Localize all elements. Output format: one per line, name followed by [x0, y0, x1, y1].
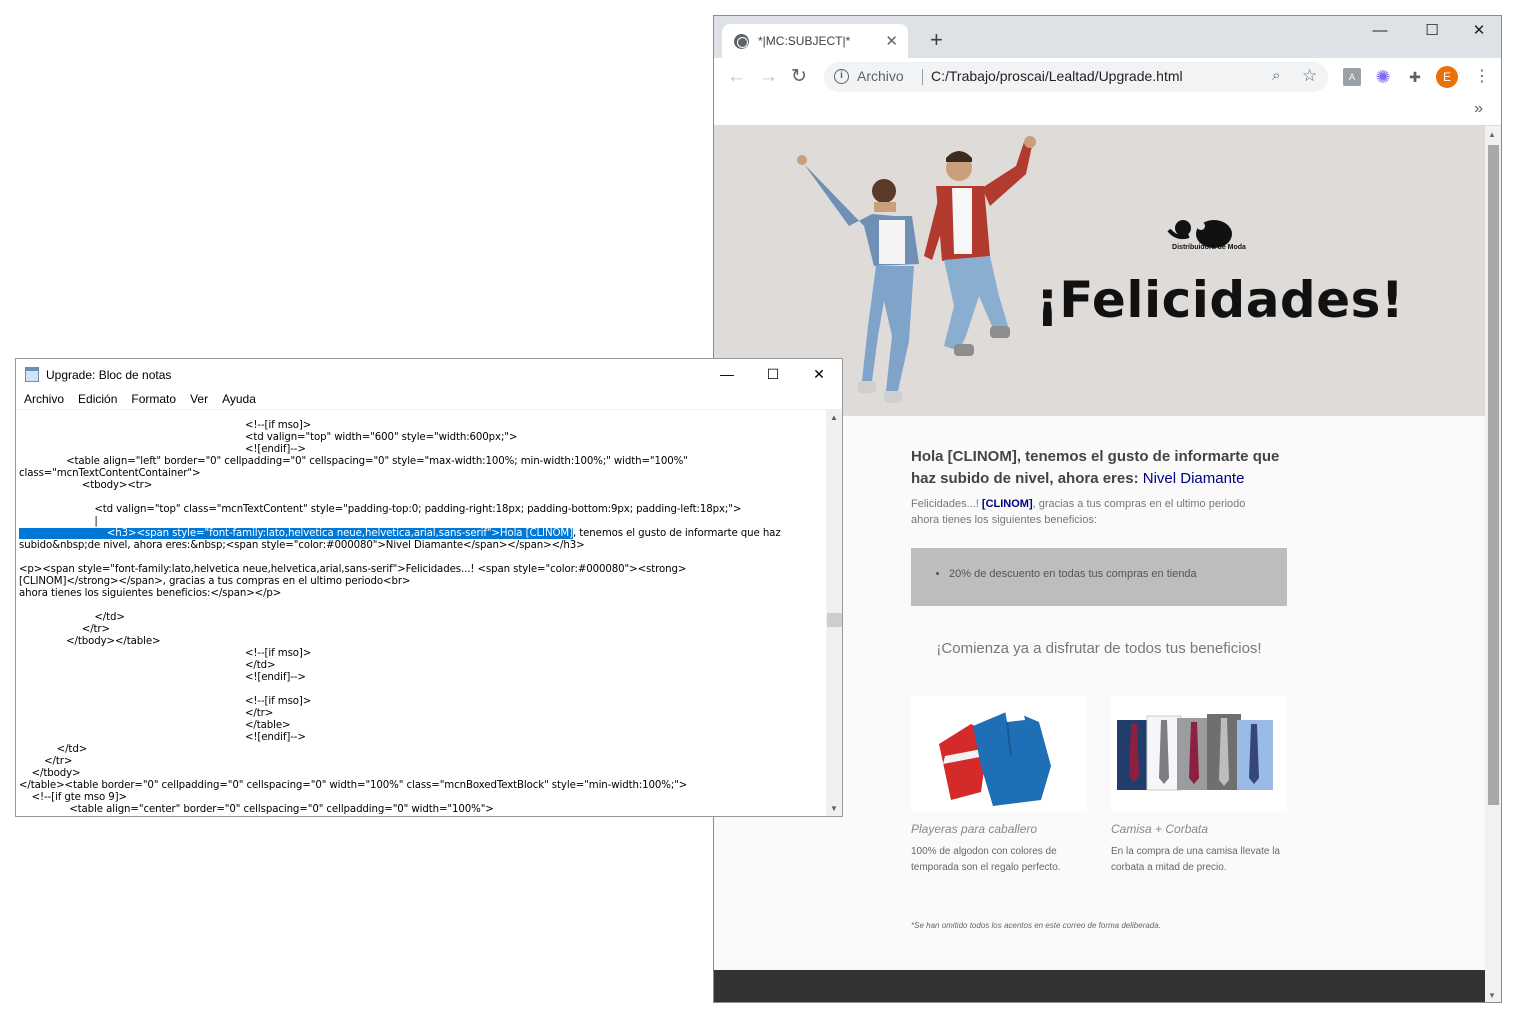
tab-title: *|MC:SUBJECT|*: [758, 34, 851, 48]
notepad-window: Upgrade: Bloc de notas — ☐ ✕ Archivo Edi…: [15, 358, 843, 817]
browser-toolbar: ← → ↻ i Archivo C:/Trabajo/proscai/Lealt…: [714, 58, 1501, 96]
editor-scrollbar[interactable]: ▲ ▼: [826, 409, 842, 816]
notepad-menubar: Archivo Edición Formato Ver Ayuda: [16, 389, 842, 409]
benefits-box: 20% de descuento en todas tus compras en…: [911, 548, 1287, 606]
code-selected-line: <h3><span style="font-family:lato,helvet…: [19, 528, 826, 540]
maximize-button[interactable]: ☐: [1409, 16, 1455, 48]
shirts-ties-image: [1111, 696, 1287, 812]
product-desc: En la compra de una camisa llevate la co…: [1111, 846, 1280, 873]
star-icon[interactable]: ☆: [1302, 66, 1317, 86]
greeting-p-post: , gracias a tus compras en el ultimo per…: [1032, 498, 1246, 510]
url-text[interactable]: C:/Trabajo/proscai/Lealtad/Upgrade.html: [931, 68, 1183, 84]
scroll-up-icon[interactable]: ▲: [830, 413, 838, 422]
maximize-button[interactable]: ☐: [750, 361, 796, 387]
pdf-icon[interactable]: A: [1343, 68, 1361, 86]
product-card-polos[interactable]: Playeras para caballero 100% de algodon …: [911, 696, 1087, 876]
page-scrollbar[interactable]: ▲ ▼: [1485, 126, 1501, 1002]
editor-scroll-thumb[interactable]: [827, 613, 842, 627]
avatar[interactable]: E: [1436, 66, 1458, 88]
product-title: Camisa + Corbata: [1111, 822, 1209, 836]
bookmark-bar: »: [714, 96, 1501, 126]
page-scroll-thumb[interactable]: [1488, 145, 1499, 805]
menu-archivo[interactable]: Archivo: [24, 389, 64, 409]
product-title: Playeras para caballero: [911, 822, 1038, 836]
polo-shirts-image: [911, 696, 1087, 812]
minimize-button[interactable]: —: [704, 361, 750, 387]
notepad-title: Upgrade: Bloc de notas: [46, 368, 172, 382]
new-tab-button[interactable]: +: [930, 28, 943, 52]
zoom-icon[interactable]: ⌕: [1272, 67, 1280, 84]
minimize-button[interactable]: —: [1357, 16, 1403, 48]
greeting-heading: Hola [CLINOM], tenemos el gusto de infor…: [911, 446, 1291, 490]
notepad-icon: [25, 367, 39, 382]
extension-star-icon[interactable]: ✺: [1374, 68, 1392, 86]
tab-active[interactable]: *|MC:SUBJECT|* ✕: [722, 24, 908, 58]
greeting-p-pre: Felicidades...!: [911, 498, 982, 510]
scroll-up-icon[interactable]: ▲: [1488, 130, 1496, 139]
footnote: *Se han omitido todos los acentos en est…: [911, 921, 1161, 930]
globe-icon: [734, 33, 749, 49]
close-window-button[interactable]: ✕: [796, 361, 842, 387]
address-bar[interactable]: i Archivo C:/Trabajo/proscai/Lealtad/Upg…: [824, 62, 1328, 92]
menu-ver[interactable]: Ver: [190, 389, 208, 409]
code-lines-a: <!--[if mso]> <td valign="top" width="60…: [19, 420, 742, 527]
greeting-paragraph: Felicidades...! [CLINOM], gracias a tus …: [911, 496, 1271, 528]
cta-text: ¡Comienza ya a disfrutar de todos tus be…: [936, 640, 1262, 657]
scroll-down-icon[interactable]: ▼: [830, 804, 838, 813]
menu-ayuda[interactable]: Ayuda: [222, 389, 256, 409]
greeting-p-line2: ahora tienes los siguientes beneficios:: [911, 514, 1097, 526]
menu-edicion[interactable]: Edición: [78, 389, 117, 409]
scroll-down-icon[interactable]: ▼: [1488, 991, 1496, 1000]
client-name: [CLINOM]: [981, 498, 1033, 510]
puzzle-icon[interactable]: ✚: [1406, 68, 1424, 86]
menu-formato[interactable]: Formato: [131, 389, 176, 409]
close-window-button[interactable]: ✕: [1456, 16, 1501, 48]
tab-close-icon[interactable]: ✕: [885, 32, 898, 50]
menu-dots-icon[interactable]: ⋮: [1474, 66, 1490, 86]
hero-title: ¡Felicidades!: [1036, 271, 1405, 329]
brand-name: Distribuidora de Moda: [1172, 244, 1246, 251]
after-selected-text: , tenemos el gusto de informarte que haz: [572, 528, 781, 539]
benefit-item: 20% de descuento en todas tus compras en…: [949, 568, 1287, 580]
notepad-titlebar: Upgrade: Bloc de notas — ☐ ✕: [16, 359, 842, 389]
email-footer: [714, 970, 1485, 1002]
reload-icon[interactable]: ↻: [791, 65, 807, 89]
omnibox-separator: [922, 69, 923, 85]
scheme-label: Archivo: [857, 68, 904, 84]
info-icon[interactable]: i: [834, 69, 849, 84]
forward-icon[interactable]: →: [759, 65, 778, 89]
selected-text: <h3><span style="font-family:lato,helvet…: [19, 528, 573, 539]
text-editor[interactable]: <!--[if mso]> <td valign="top" width="60…: [16, 409, 826, 816]
product-card-shirts[interactable]: Camisa + Corbata En la compra de una cam…: [1111, 696, 1287, 876]
chevron-right-icon[interactable]: »: [1474, 100, 1483, 118]
nivel-text: Nivel Diamante: [1142, 470, 1245, 487]
tab-strip: *|MC:SUBJECT|* ✕ + — ☐ ✕: [714, 16, 1501, 58]
back-icon[interactable]: ←: [727, 65, 746, 89]
code-lines-b: subido&nbsp;de nivel, ahora eres:&nbsp;<…: [19, 540, 688, 815]
product-desc: 100% de algodon con colores de temporada…: [911, 846, 1061, 873]
